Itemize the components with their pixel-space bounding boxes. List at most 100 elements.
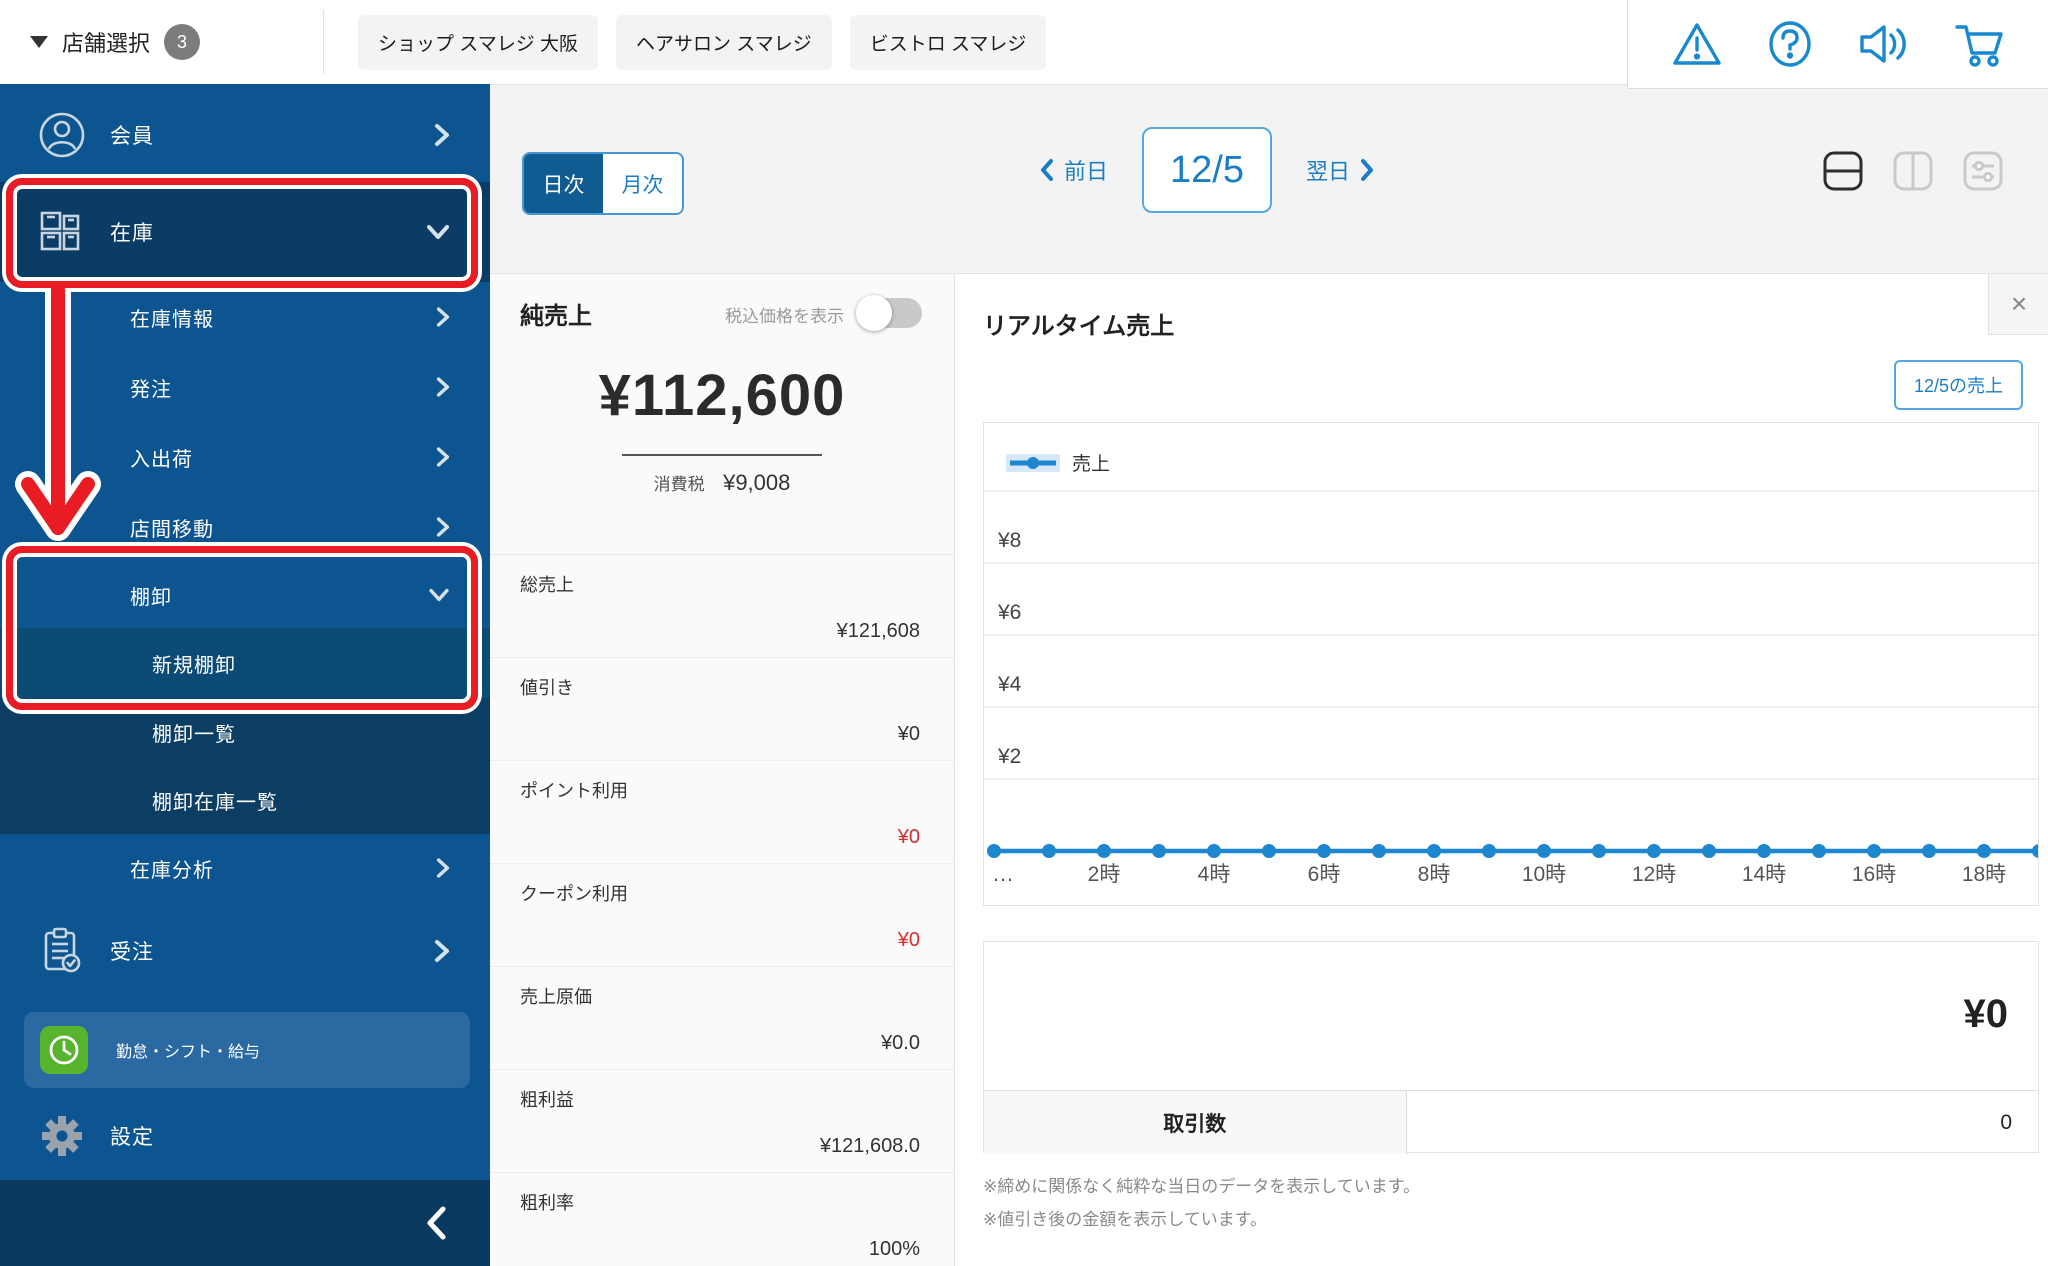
sidebar-subsubitem-label: 棚卸一覧 [152,723,236,746]
svg-text:8時: 8時 [1418,863,1451,886]
metric-row-gross-profit: 粗利益 ¥121,608.0 [490,1070,954,1173]
prev-day-label: 前日 [1064,159,1109,184]
svg-text:¥4: ¥4 [997,673,1022,696]
chevron-right-icon [436,307,450,327]
alert-icon[interactable] [1671,20,1723,68]
footnote-2: ※値引き後の金額を表示しています。 [983,1210,1268,1229]
net-sales-panel: 純売上 税込価格を表示 ¥112,600 消費税 ¥9,008 総売上 ¥121… [490,273,954,1266]
sidebar-subitem-label: 在庫分析 [130,859,214,882]
close-icon: × [2010,288,2028,319]
view-layout-toolbar [1822,150,2004,192]
store-tab-bistro[interactable]: ビストロ スマレジ [849,14,1047,70]
date-picker[interactable]: 12/5 [1142,127,1273,213]
topbar-icon-card [1627,0,2048,89]
sidebar-item-purchase-orders[interactable]: 発注 [0,352,490,422]
store-selector[interactable]: 店舗選択 3 [30,0,201,84]
metric-row-gross-sales: 総売上 ¥121,608 [490,555,954,658]
sidebar-item-stocktaking-list[interactable]: 棚卸一覧 [0,698,490,766]
split-horizontal-icon[interactable] [1822,150,1864,192]
member-icon [39,112,85,158]
tab-daily[interactable]: 日次 [524,154,603,213]
svg-text:¥8: ¥8 [997,529,1021,552]
sidebar-item-orders[interactable]: 受注 [0,902,490,1000]
period-toggle: 日次 月次 [522,152,684,215]
metric-row-gross-margin: 粗利率 100% [490,1173,954,1266]
sidebar-item-stocktaking-inventory-list[interactable]: 棚卸在庫一覧 [0,766,490,834]
metric-value: 100% [868,1238,920,1260]
sidebar-item-shipping-receiving[interactable]: 入出荷 [0,422,490,492]
sidebar-item-label: 勤怠・シフト・給与 [116,1044,261,1061]
sidebar-subitem-label: 店間移動 [130,518,214,541]
svg-text:4時: 4時 [1198,863,1231,886]
store-tabs: ショップ スマレジ 大阪 ヘアサロン スマレジ ビストロ スマレジ [358,0,1047,84]
sidebar-item-store-transfer[interactable]: 店間移動 [0,492,490,562]
display-settings-icon[interactable] [1962,150,2004,192]
svg-text:¥6: ¥6 [997,601,1021,624]
net-sales-header: 純売上 税込価格を表示 ¥112,600 消費税 ¥9,008 [490,274,954,555]
metric-value: ¥0 [897,826,920,848]
sidebar-item-settings[interactable]: 設定 [0,1092,490,1180]
svg-text:2時: 2時 [1088,863,1121,886]
sidebar-subitem-label: 在庫情報 [130,308,214,331]
chevron-down-icon [427,225,449,239]
toggle-knob [856,295,892,331]
tax-value: ¥9,008 [723,470,791,495]
help-icon[interactable] [1766,20,1814,68]
net-sales-title: 純売上 [520,303,592,330]
svg-text:10時: 10時 [1522,863,1566,886]
sidebar-item-members[interactable]: 会員 [0,88,490,182]
legend-line-marker-icon [1006,453,1060,472]
transactions-row: 取引数 0 [984,1091,2038,1154]
metric-row-points-used: ポイント利用 ¥0 [490,761,954,864]
prev-day-button[interactable]: 前日 [1040,154,1108,186]
metric-label: 総売上 [520,575,574,595]
sidebar-item-stocktaking[interactable]: 棚卸 [0,562,490,628]
tax-label: 消費税 [653,475,705,494]
sidebar-item-label: 設定 [110,1126,154,1149]
announcement-icon[interactable] [1856,20,1910,68]
sidebar-subsubitem-label: 棚卸在庫一覧 [152,791,278,814]
metric-label: 粗利率 [520,1193,574,1213]
sidebar-item-new-stocktaking[interactable]: 新規棚卸 [0,628,490,698]
sidebar-item-inventory-info[interactable]: 在庫情報 [0,282,490,352]
store-tab-shop-osaka[interactable]: ショップ スマレジ 大阪 [358,14,598,70]
sidebar-subsubitem-label: 新規棚卸 [152,654,236,677]
sidebar-item-inventory[interactable]: 在庫 [0,182,490,282]
sidebar-item-attendance-shift-payroll[interactable]: 勤怠・シフト・給与 [24,1012,470,1088]
sidebar-item-inventory-analysis[interactable]: 在庫分析 [0,834,490,902]
metric-row-discount: 値引き ¥0 [490,658,954,761]
metric-label: 粗利益 [520,1090,574,1110]
chevron-right-icon [436,858,450,878]
metric-value: ¥121,608 [836,620,920,642]
settings-icon [42,1116,82,1156]
inventory-icon [40,211,80,251]
topbar-divider [323,10,324,74]
net-sales-underline [622,454,822,456]
date-sales-button[interactable]: 12/5の売上 [1893,360,2023,410]
metric-row-cost-of-sales: 売上原価 ¥0.0 [490,967,954,1070]
chevron-right-icon [436,377,450,397]
sales-line-chart: ¥8 ¥6 ¥4 ¥2 … 2時 4時 6時 8時 10時 12時 14時 16時 18時 [984,490,2038,886]
next-day-label: 翌日 [1306,159,1351,184]
tax-included-toggle[interactable] [856,295,922,331]
store-tab-hairsalon[interactable]: ヘアサロン スマレジ [616,14,832,70]
next-day-button[interactable]: 翌日 [1306,154,1374,186]
legend-series-label: 売上 [1072,454,1111,475]
realtime-sales-panel: リアルタイム売上 × 12/5の売上 売上 ¥8 ¥6 ¥4 ¥2 … 2時 4時 6時 8時 1… [954,273,2048,1266]
close-button[interactable]: × [1988,274,2048,335]
metric-label: 売上原価 [520,987,592,1007]
cart-icon[interactable] [1953,19,2005,69]
sidebar-subitem-label: 発注 [130,378,172,401]
svg-text:12時: 12時 [1632,863,1676,886]
store-selector-label: 店舗選択 [62,31,151,56]
sidebar-item-label: 受注 [110,941,154,964]
orders-icon [44,927,81,973]
svg-text:18時: 18時 [1962,863,2006,886]
realtime-sales-title: リアルタイム売上 [983,313,1175,340]
split-vertical-icon[interactable] [1892,150,1934,192]
chart-legend[interactable]: 売上 [1006,449,1110,476]
chevron-right-icon [436,517,450,537]
transactions-summary: ¥0 [984,942,2038,1091]
sidebar-collapse-button[interactable] [0,1180,490,1266]
tab-monthly[interactable]: 月次 [603,154,682,213]
